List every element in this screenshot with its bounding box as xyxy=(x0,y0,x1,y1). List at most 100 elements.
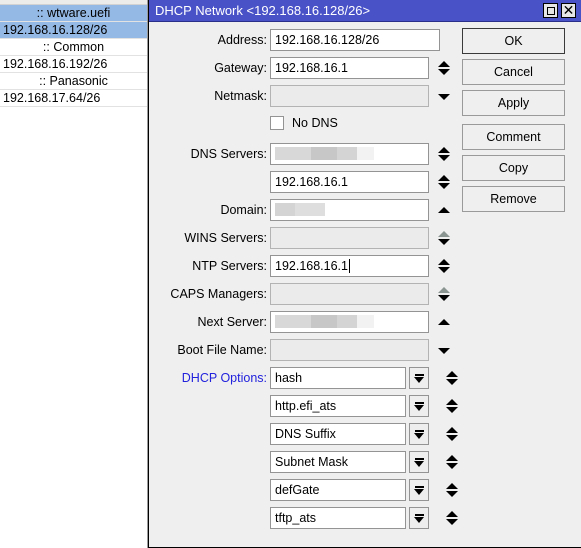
dhcp-option-input-1[interactable]: hash xyxy=(270,367,406,389)
chevron-up-icon[interactable] xyxy=(437,231,450,237)
ntp-servers-input[interactable]: 192.168.16.1 xyxy=(270,255,429,277)
wins-servers-input[interactable] xyxy=(270,227,429,249)
chevron-up-icon[interactable] xyxy=(437,61,450,67)
caps-managers-spinner[interactable] xyxy=(435,283,452,305)
wins-servers-spinner[interactable] xyxy=(435,227,452,249)
chevron-down-icon[interactable] xyxy=(445,379,458,385)
chevron-down-icon[interactable] xyxy=(437,183,450,189)
remove-button[interactable]: Remove xyxy=(462,186,565,212)
ntp-servers-value: 192.168.16.1 xyxy=(275,259,348,273)
dialog-titlebar[interactable]: DHCP Network <192.168.16.128/26> ✕ xyxy=(149,0,581,22)
dhcp-option-input-6[interactable]: tftp_ats xyxy=(270,507,406,529)
dropdown-bar xyxy=(414,513,424,516)
redacted-text xyxy=(337,147,357,160)
chevron-down-icon[interactable] xyxy=(437,93,450,100)
no-dns-checkbox[interactable] xyxy=(270,116,284,130)
redacted-text xyxy=(275,203,295,216)
ntp-servers-spinner[interactable] xyxy=(435,255,452,277)
chevron-down-icon[interactable] xyxy=(437,155,450,161)
dns-servers-input-2[interactable]: 192.168.16.1 xyxy=(270,171,429,193)
dhcp-option-spinner-3[interactable] xyxy=(443,423,460,445)
domain-collapser[interactable] xyxy=(435,199,452,221)
dns-servers-input-1[interactable] xyxy=(270,143,429,165)
dhcp-networks-list-panel[interactable]: :: wtware.uefi 192.168.16.128/26 :: Comm… xyxy=(0,0,148,548)
list-item[interactable]: 192.168.16.192/26 xyxy=(0,56,147,73)
chevron-down-icon[interactable] xyxy=(445,519,458,525)
chevron-up-icon[interactable] xyxy=(445,455,458,461)
ok-button[interactable]: OK xyxy=(462,28,565,54)
close-glyph: ✕ xyxy=(562,2,575,19)
dhcp-option-dropdown-1[interactable] xyxy=(409,367,429,389)
list-item[interactable]: :: wtware.uefi xyxy=(0,5,147,22)
dhcp-option-spinner-5[interactable] xyxy=(443,479,460,501)
chevron-down-icon[interactable] xyxy=(437,69,450,75)
comment-button[interactable]: Comment xyxy=(462,124,565,150)
dhcp-option-dropdown-2[interactable] xyxy=(409,395,429,417)
dns-servers-spinner-2[interactable] xyxy=(435,171,452,193)
chevron-down-icon[interactable] xyxy=(437,239,450,245)
next-server-collapser[interactable] xyxy=(435,311,452,333)
caps-managers-label: CAPS Managers: xyxy=(170,287,267,301)
redacted-text xyxy=(357,147,374,160)
dhcp-option-input-3[interactable]: DNS Suffix xyxy=(270,423,406,445)
redacted-text xyxy=(275,147,311,160)
gateway-input[interactable]: 192.168.16.1 xyxy=(270,57,429,79)
chevron-up-icon[interactable] xyxy=(445,371,458,377)
list-item[interactable]: 192.168.17.64/26 xyxy=(0,90,147,107)
copy-button[interactable]: Copy xyxy=(462,155,565,181)
dhcp-option-dropdown-3[interactable] xyxy=(409,423,429,445)
dhcp-option-input-5[interactable]: defGate xyxy=(270,479,406,501)
list-item-label: :: wtware.uefi xyxy=(36,6,111,20)
boot-file-name-input[interactable] xyxy=(270,339,429,361)
maximize-icon[interactable] xyxy=(543,3,558,18)
chevron-down-icon[interactable] xyxy=(445,491,458,497)
redacted-text xyxy=(337,315,357,328)
next-server-input[interactable] xyxy=(270,311,429,333)
dhcp-option-dropdown-5[interactable] xyxy=(409,479,429,501)
netmask-input[interactable] xyxy=(270,85,429,107)
caps-managers-input[interactable] xyxy=(270,283,429,305)
chevron-up-icon[interactable] xyxy=(437,206,450,213)
list-item[interactable]: :: Panasonic xyxy=(0,73,147,90)
close-icon[interactable]: ✕ xyxy=(561,3,576,18)
dhcp-option-spinner-2[interactable] xyxy=(443,395,460,417)
chevron-up-icon[interactable] xyxy=(437,259,450,265)
boot-file-name-expander[interactable] xyxy=(435,339,452,361)
cancel-button[interactable]: Cancel xyxy=(462,59,565,85)
chevron-down-icon[interactable] xyxy=(445,407,458,413)
chevron-up-icon[interactable] xyxy=(445,511,458,517)
netmask-expander[interactable] xyxy=(435,85,452,107)
chevron-down-icon[interactable] xyxy=(437,347,450,354)
field-row-dhcp-options-2: http.efi_ats xyxy=(149,395,581,423)
list-item[interactable]: 192.168.16.128/26 xyxy=(0,22,147,39)
chevron-up-icon[interactable] xyxy=(437,175,450,181)
dhcp-option-spinner-1[interactable] xyxy=(443,367,460,389)
redacted-text xyxy=(275,315,311,328)
chevron-up-icon[interactable] xyxy=(437,147,450,153)
dhcp-option-dropdown-6[interactable] xyxy=(409,507,429,529)
chevron-up-icon[interactable] xyxy=(437,287,450,293)
dhcp-option-dropdown-4[interactable] xyxy=(409,451,429,473)
chevron-down-icon[interactable] xyxy=(445,435,458,441)
chevron-up-icon[interactable] xyxy=(445,399,458,405)
list-item[interactable]: :: Common xyxy=(0,39,147,56)
field-row-dhcp-options-4: Subnet Mask xyxy=(149,451,581,479)
dhcp-option-input-4[interactable]: Subnet Mask xyxy=(270,451,406,473)
dhcp-option-spinner-6[interactable] xyxy=(443,507,460,529)
dns-servers-spinner-1[interactable] xyxy=(435,143,452,165)
dhcp-options-label[interactable]: DHCP Options: xyxy=(149,367,267,389)
netmask-label: Netmask: xyxy=(214,89,267,103)
chevron-up-icon[interactable] xyxy=(437,318,450,325)
address-input[interactable]: 192.168.16.128/26 xyxy=(270,29,440,51)
chevron-up-icon[interactable] xyxy=(445,483,458,489)
address-label: Address: xyxy=(217,33,267,47)
chevron-up-icon[interactable] xyxy=(445,427,458,433)
chevron-down-icon[interactable] xyxy=(437,267,450,273)
apply-button[interactable]: Apply xyxy=(462,90,565,116)
chevron-down-icon[interactable] xyxy=(445,463,458,469)
chevron-down-icon[interactable] xyxy=(437,295,450,301)
dhcp-option-input-2[interactable]: http.efi_ats xyxy=(270,395,406,417)
dhcp-option-spinner-4[interactable] xyxy=(443,451,460,473)
domain-input[interactable] xyxy=(270,199,429,221)
gateway-spinner[interactable] xyxy=(435,57,452,79)
